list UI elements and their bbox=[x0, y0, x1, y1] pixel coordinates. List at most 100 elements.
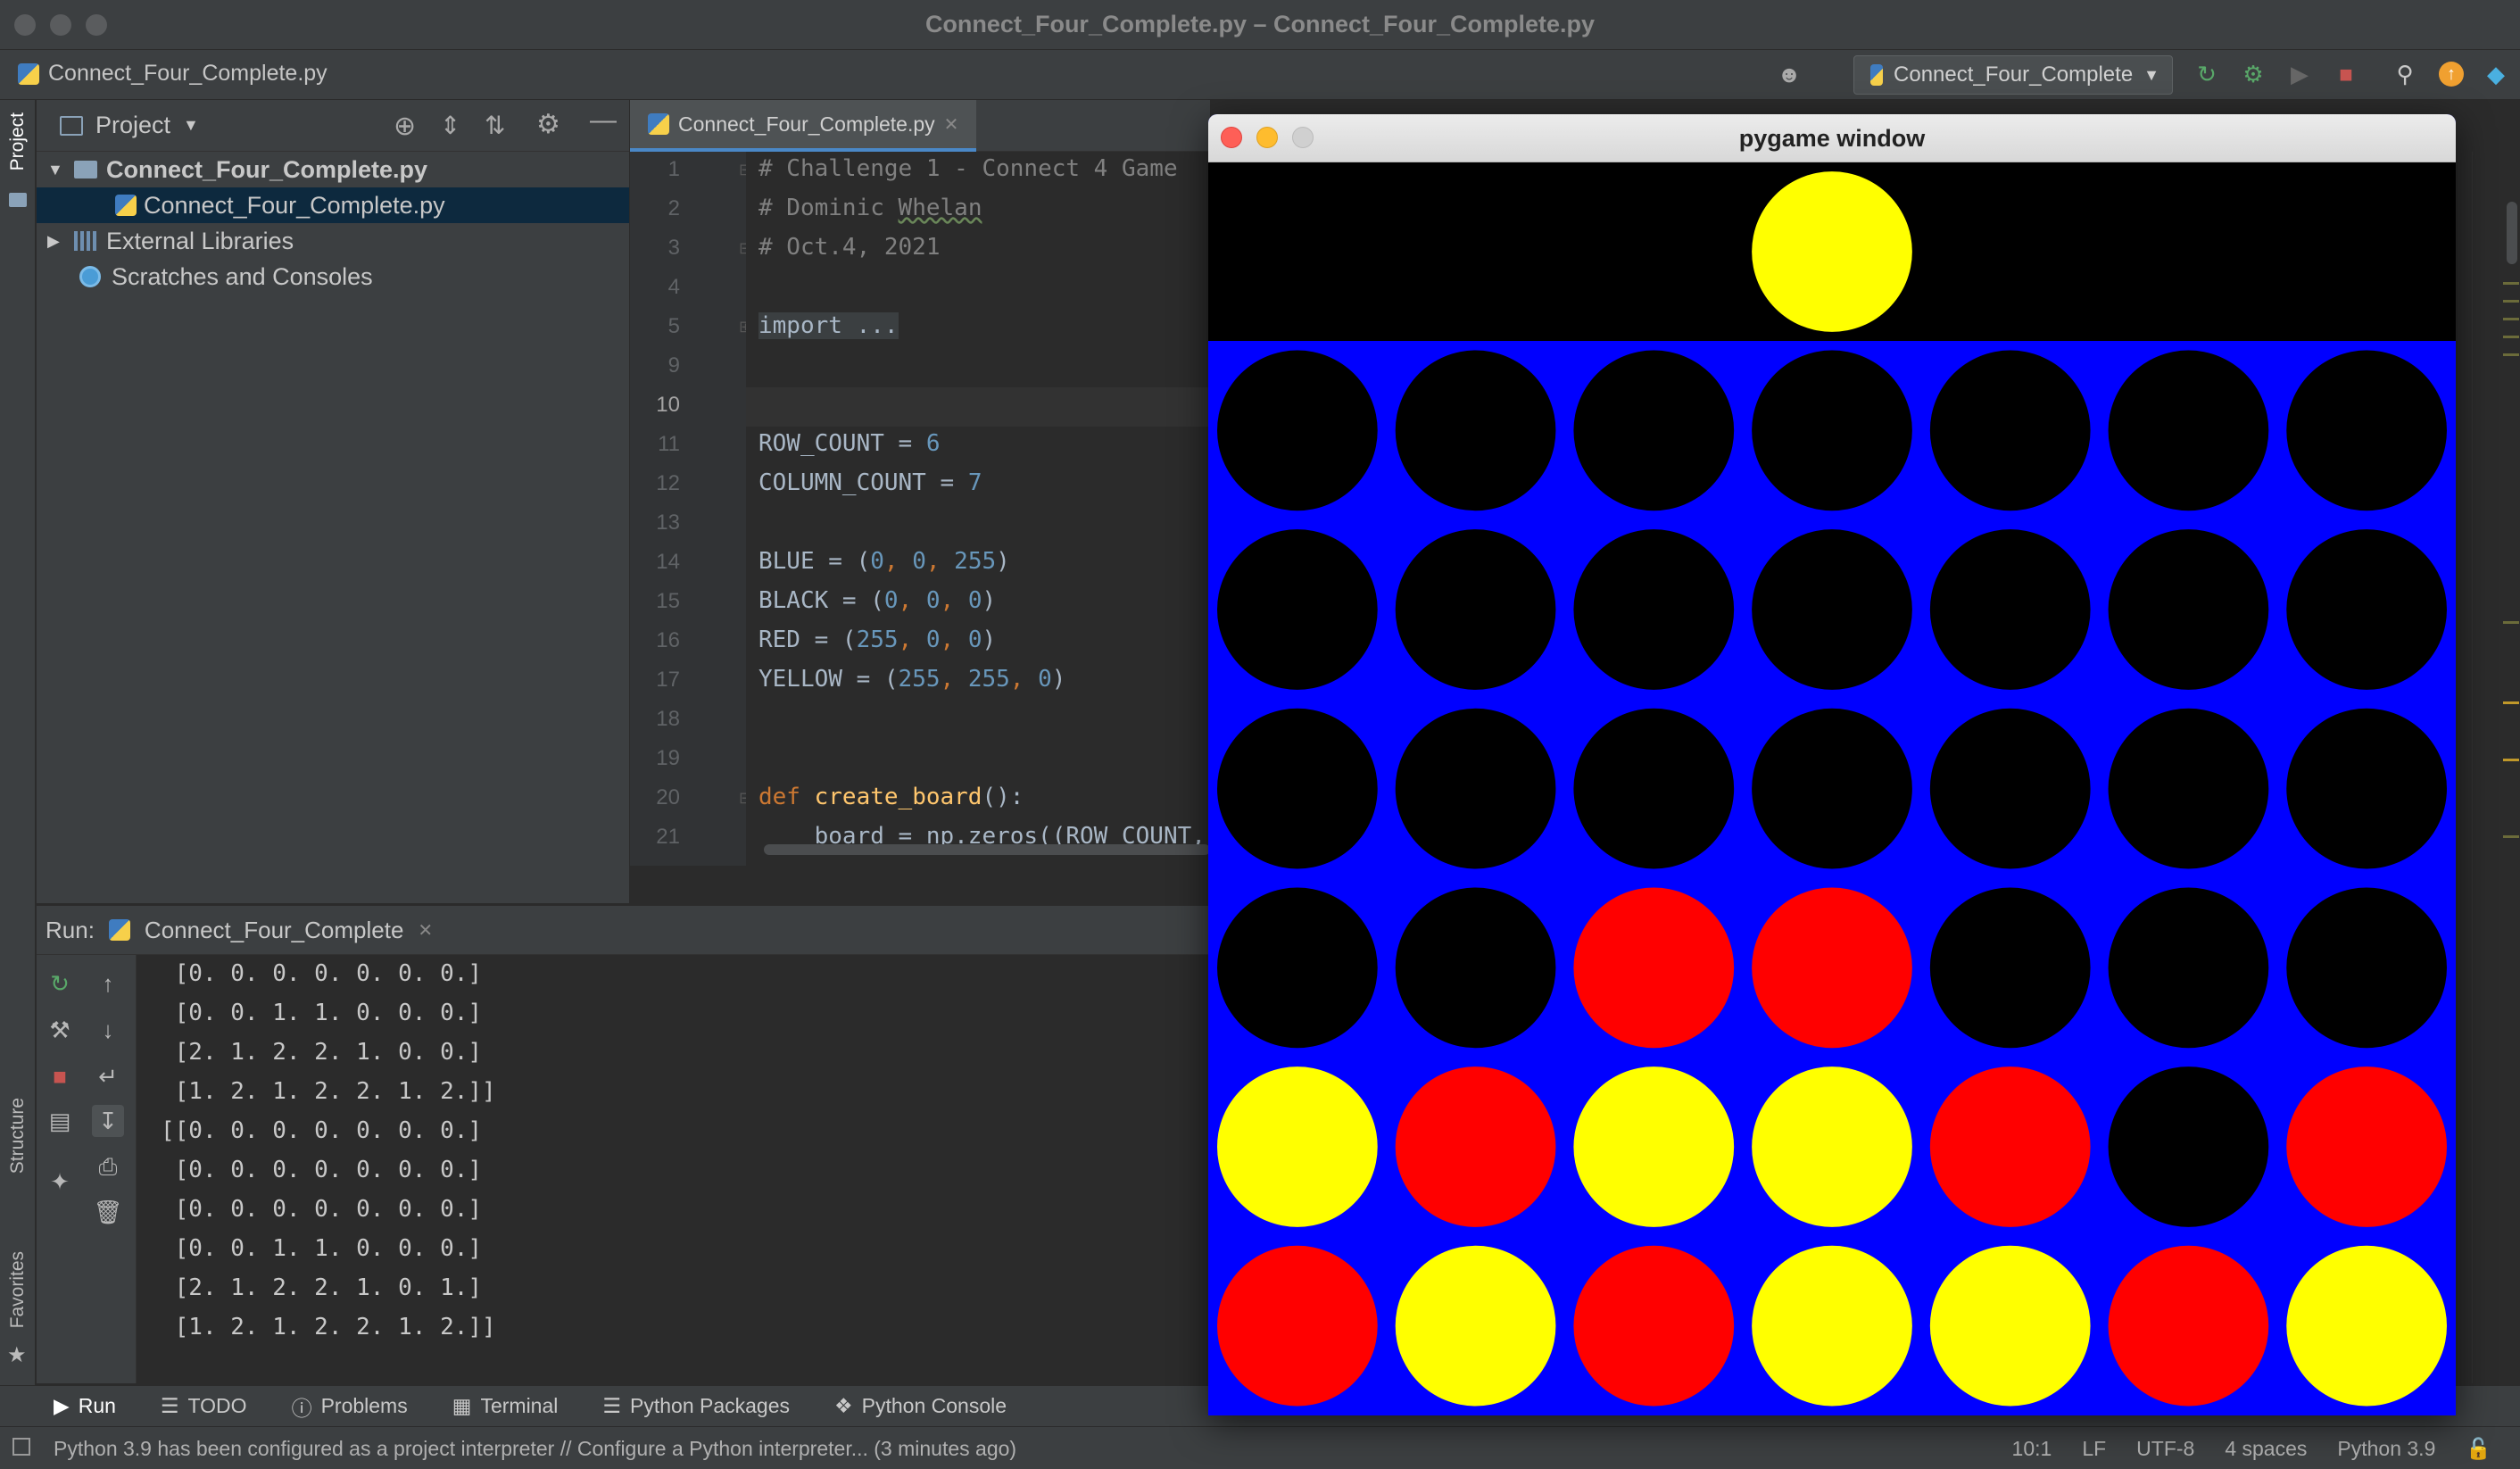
tree-item-external-libraries[interactable]: ▶ External Libraries bbox=[37, 223, 629, 259]
empty-slot[interactable] bbox=[1752, 350, 1912, 511]
vertical-scrollbar[interactable] bbox=[2507, 202, 2517, 264]
tree-item-project-root[interactable]: ▼ Connect_Four_Complete.py bbox=[37, 152, 629, 187]
empty-slot[interactable] bbox=[1395, 887, 1556, 1049]
empty-slot[interactable] bbox=[1929, 887, 2091, 1049]
run-console-output[interactable]: [0. 0. 0. 0. 0. 0. 0.] [0. 0. 1. 1. 0. 0… bbox=[137, 955, 1210, 1383]
lock-icon[interactable]: 🔓 bbox=[2466, 1437, 2491, 1461]
python-interpreter[interactable]: Python 3.9 bbox=[2337, 1437, 2435, 1461]
chevron-down-icon[interactable]: ▼ bbox=[183, 116, 199, 135]
line-separator[interactable]: LF bbox=[2082, 1437, 2106, 1461]
status-message[interactable]: Python 3.9 has been configured as a proj… bbox=[54, 1437, 1016, 1461]
error-stripe-mark[interactable] bbox=[2503, 282, 2519, 285]
layout-icon[interactable]: ▤ bbox=[44, 1105, 76, 1137]
red-piece[interactable] bbox=[1573, 1245, 1735, 1407]
user-icon[interactable]: ☻ bbox=[1776, 61, 1803, 87]
rerun-icon[interactable]: ↻ bbox=[44, 967, 76, 1000]
editor-scroll-strip[interactable] bbox=[2472, 152, 2520, 1383]
error-stripe-mark[interactable] bbox=[2503, 300, 2519, 303]
collapse-all-icon[interactable]: ⇅ bbox=[485, 111, 505, 140]
yellow-piece[interactable] bbox=[1573, 1066, 1735, 1227]
empty-slot[interactable] bbox=[2108, 1066, 2269, 1227]
coverage-icon[interactable]: ▶ bbox=[2286, 61, 2313, 87]
red-piece[interactable] bbox=[1752, 887, 1912, 1049]
folded-imports[interactable]: import ... bbox=[758, 312, 899, 339]
tab-terminal[interactable]: ▦ Terminal bbox=[452, 1394, 559, 1418]
empty-slot[interactable] bbox=[1395, 529, 1556, 690]
wrench-icon[interactable]: ⚒ bbox=[44, 1014, 76, 1046]
empty-slot[interactable] bbox=[1752, 708, 1912, 869]
game-board[interactable] bbox=[1208, 341, 2456, 1415]
yellow-piece[interactable] bbox=[1929, 1245, 2091, 1407]
debug-icon[interactable]: ⚙ bbox=[2240, 61, 2267, 87]
pygame-window[interactable]: pygame window bbox=[1208, 114, 2456, 1415]
structure-tool-tab[interactable]: Structure bbox=[7, 1098, 29, 1174]
yellow-piece[interactable] bbox=[1752, 1066, 1912, 1227]
empty-slot[interactable] bbox=[2108, 708, 2269, 869]
tab-python-packages[interactable]: ☰ Python Packages bbox=[602, 1394, 790, 1418]
error-stripe-mark[interactable] bbox=[2503, 835, 2519, 838]
empty-slot[interactable] bbox=[2108, 529, 2269, 690]
empty-slot[interactable] bbox=[2286, 529, 2447, 690]
pin-icon[interactable]: ✦ bbox=[44, 1166, 76, 1198]
empty-slot[interactable] bbox=[2286, 350, 2447, 511]
search-icon[interactable]: ⚲ bbox=[2392, 61, 2418, 87]
warning-stripe-mark[interactable] bbox=[2503, 759, 2519, 761]
down-arrow-icon[interactable]: ↓ bbox=[92, 1014, 124, 1046]
empty-slot[interactable] bbox=[1752, 529, 1912, 690]
empty-slot[interactable] bbox=[1217, 529, 1378, 690]
up-arrow-icon[interactable]: ↑ bbox=[92, 967, 124, 1000]
red-piece[interactable] bbox=[1395, 1066, 1556, 1227]
update-icon[interactable]: ↑ bbox=[2438, 61, 2465, 87]
scroll-to-end-icon[interactable]: ↧ bbox=[92, 1105, 124, 1137]
expand-all-icon[interactable]: ⇕ bbox=[440, 111, 460, 140]
empty-slot[interactable] bbox=[2286, 708, 2447, 869]
indent-setting[interactable]: 4 spaces bbox=[2225, 1437, 2307, 1461]
empty-slot[interactable] bbox=[1929, 708, 2091, 869]
empty-slot[interactable] bbox=[1217, 887, 1378, 1049]
drop-zone[interactable] bbox=[1208, 162, 2456, 341]
close-icon[interactable]: ✕ bbox=[418, 919, 433, 942]
hide-icon[interactable]: — bbox=[590, 105, 617, 136]
tree-item-file[interactable]: Connect_Four_Complete.py bbox=[37, 187, 629, 223]
tab-python-console[interactable]: ❖ Python Console bbox=[834, 1394, 1007, 1418]
yellow-piece[interactable] bbox=[1395, 1245, 1556, 1407]
locate-icon[interactable]: ⊕ bbox=[394, 111, 416, 142]
empty-slot[interactable] bbox=[1573, 708, 1735, 869]
stop-icon[interactable]: ■ bbox=[44, 1060, 76, 1092]
favorites-tool-tab[interactable]: Favorites bbox=[7, 1251, 29, 1328]
error-stripe-mark[interactable] bbox=[2503, 336, 2519, 338]
print-icon[interactable]: ⎙ bbox=[92, 1151, 124, 1183]
yellow-piece[interactable] bbox=[2286, 1245, 2447, 1407]
run-tab-label[interactable]: Connect_Four_Complete bbox=[145, 917, 404, 944]
warning-stripe-mark[interactable] bbox=[2503, 701, 2519, 704]
empty-slot[interactable] bbox=[2286, 887, 2447, 1049]
tab-run[interactable]: ▶ Run bbox=[54, 1394, 116, 1418]
file-encoding[interactable]: UTF-8 bbox=[2136, 1437, 2194, 1461]
toggle-panel-icon[interactable] bbox=[12, 1438, 30, 1456]
gear-icon[interactable]: ⚙ bbox=[536, 109, 560, 140]
empty-slot[interactable] bbox=[1573, 529, 1735, 690]
yellow-piece[interactable] bbox=[1752, 1245, 1912, 1407]
project-tool-tab[interactable]: Project bbox=[7, 112, 29, 170]
empty-slot[interactable] bbox=[1395, 350, 1556, 511]
breadcrumb[interactable]: Connect_Four_Complete.py bbox=[18, 61, 327, 87]
run-configuration-select[interactable]: Connect_Four_Complete ▼ bbox=[1853, 55, 2173, 95]
error-stripe-mark[interactable] bbox=[2503, 621, 2519, 624]
red-piece[interactable] bbox=[1929, 1066, 2091, 1227]
horizontal-scrollbar[interactable] bbox=[764, 844, 1210, 855]
red-piece[interactable] bbox=[2286, 1066, 2447, 1227]
empty-slot[interactable] bbox=[1217, 708, 1378, 869]
stop-icon[interactable]: ■ bbox=[2333, 61, 2359, 87]
close-icon[interactable]: ✕ bbox=[944, 113, 959, 136]
red-piece[interactable] bbox=[2108, 1245, 2269, 1407]
hover-piece[interactable] bbox=[1752, 171, 1912, 332]
trash-icon[interactable]: 🗑 bbox=[92, 1196, 124, 1228]
error-stripe-mark[interactable] bbox=[2503, 353, 2519, 356]
tab-connect-four-file[interactable]: Connect_Four_Complete.py ✕ bbox=[630, 100, 977, 152]
empty-slot[interactable] bbox=[2108, 350, 2269, 511]
red-piece[interactable] bbox=[1573, 887, 1735, 1049]
project-panel-title[interactable]: Project bbox=[95, 112, 170, 139]
jetbrains-icon[interactable]: ◆ bbox=[2483, 61, 2509, 87]
soft-wrap-icon[interactable]: ↵ bbox=[92, 1060, 124, 1092]
error-stripe-mark[interactable] bbox=[2503, 318, 2519, 320]
